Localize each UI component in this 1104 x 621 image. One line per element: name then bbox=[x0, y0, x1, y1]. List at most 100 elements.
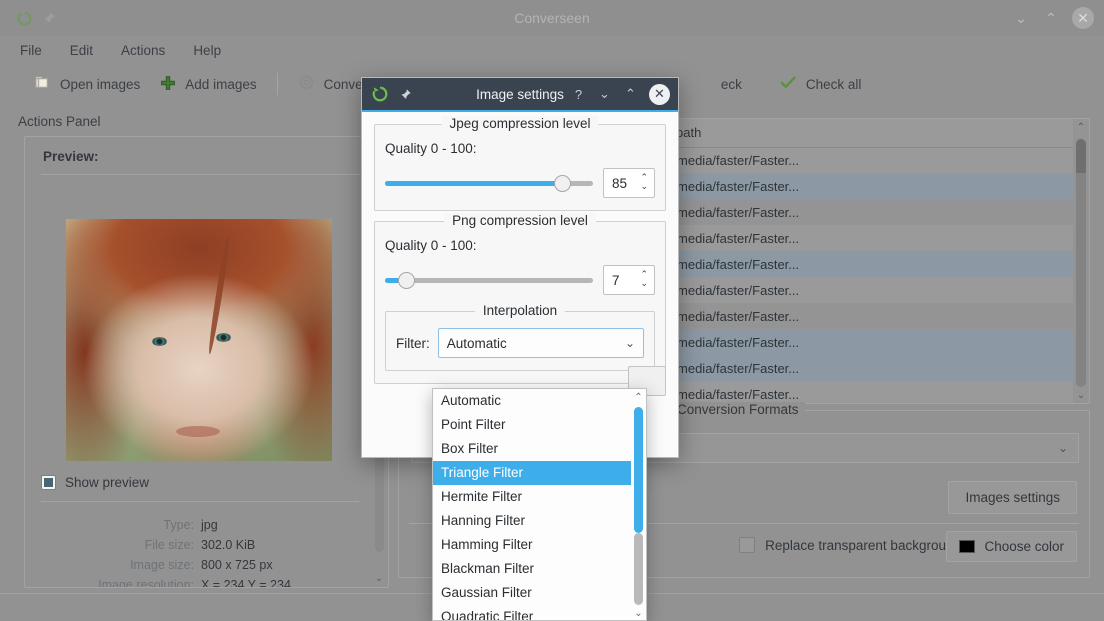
cell-path: /run/media/faster/Faster... bbox=[643, 381, 1075, 404]
scroll-down-icon[interactable]: ⌄ bbox=[372, 571, 386, 585]
menu-help[interactable]: Help bbox=[193, 43, 221, 58]
table-scrollbar-thumb[interactable] bbox=[1076, 139, 1086, 387]
open-images-button[interactable]: Open images bbox=[24, 70, 150, 98]
dropdown-option-gaussian-filter[interactable]: Gaussian Filter bbox=[433, 581, 633, 605]
check-button[interactable]: eck bbox=[711, 73, 752, 96]
slider-handle[interactable] bbox=[398, 272, 415, 289]
chevron-down-icon: ⌄ bbox=[1058, 441, 1068, 455]
cell-path: /run/media/faster/Faster... bbox=[643, 303, 1075, 329]
converseen-refresh-icon bbox=[14, 8, 34, 28]
info-row-resolution: Image resolution: X = 234 Y = 234 bbox=[41, 575, 359, 588]
interpolation-group: Interpolation Filter: Automatic ⌄ bbox=[385, 311, 655, 371]
png-quality-spinbox[interactable]: 7 ⌃⌄ bbox=[603, 265, 655, 295]
dropdown-scroll-up-icon[interactable]: ⌃ bbox=[631, 390, 646, 405]
show-preview-checkbox[interactable]: Show preview bbox=[41, 475, 149, 490]
add-images-button[interactable]: Add images bbox=[150, 71, 266, 98]
jpeg-quality-row: 85 ⌃⌄ bbox=[385, 168, 655, 198]
dropdown-option-blackman-filter[interactable]: Blackman Filter bbox=[433, 557, 633, 581]
dialog-titlebar: Image settings ? ⌄ ⌃ ✕ bbox=[362, 78, 678, 112]
info-key-imagesize: Image size: bbox=[41, 555, 201, 575]
table-scroll-up-icon[interactable]: ⌃ bbox=[1073, 119, 1089, 135]
col-header-file-path[interactable]: File path bbox=[643, 119, 1075, 147]
pin-icon[interactable] bbox=[397, 86, 413, 102]
dropdown-scrollbar-trough[interactable] bbox=[634, 533, 643, 605]
open-images-label: Open images bbox=[60, 77, 140, 92]
menu-file[interactable]: File bbox=[20, 43, 42, 58]
dropdown-option-point-filter[interactable]: Point Filter bbox=[433, 413, 633, 437]
images-settings-button[interactable]: Images settings bbox=[948, 481, 1077, 514]
check-all-label: Check all bbox=[806, 77, 862, 92]
jpeg-quality-label: Quality 0 - 100: bbox=[385, 141, 655, 156]
dropdown-option-quadratic-filter[interactable]: Quadratic Filter bbox=[433, 605, 633, 621]
conversion-formats-legend: Conversion Formats bbox=[671, 402, 805, 417]
color-swatch-icon bbox=[959, 540, 975, 553]
slider-handle[interactable] bbox=[554, 175, 571, 192]
open-folder-icon bbox=[34, 74, 51, 94]
minimize-icon[interactable]: ⌄ bbox=[597, 87, 612, 102]
files-table-scrollbar[interactable]: ⌃ ⌄ bbox=[1073, 119, 1089, 403]
image-info-table: Type: jpg File size: 302.0 KiB Image siz… bbox=[41, 515, 359, 588]
dropdown-option-hamming-filter[interactable]: Hamming Filter bbox=[433, 533, 633, 557]
help-icon[interactable]: ? bbox=[571, 87, 586, 102]
maximize-icon[interactable]: ⌃ bbox=[1042, 9, 1060, 27]
spinner-arrows-icon[interactable]: ⌃⌄ bbox=[640, 270, 648, 288]
cell-path: /run/media/faster/Faster... bbox=[643, 199, 1075, 225]
menu-edit[interactable]: Edit bbox=[70, 43, 93, 58]
dropdown-scroll-down-icon[interactable]: ⌄ bbox=[631, 606, 646, 621]
chevron-down-icon: ⌄ bbox=[625, 336, 635, 350]
info-row-type: Type: jpg bbox=[41, 515, 359, 535]
info-value-filesize: 302.0 KiB bbox=[201, 535, 359, 555]
window-controls: ⌄ ⌃ ✕ bbox=[1012, 0, 1094, 36]
cell-path: /run/media/faster/Faster... bbox=[643, 277, 1075, 303]
dropdown-scrollbar-thumb[interactable] bbox=[634, 407, 643, 533]
minimize-icon[interactable]: ⌄ bbox=[1012, 9, 1030, 27]
menu-actions[interactable]: Actions bbox=[121, 43, 165, 58]
preview-label: Preview: bbox=[25, 137, 388, 164]
dropdown-option-hanning-filter[interactable]: Hanning Filter bbox=[433, 509, 633, 533]
cell-path: /run/media/faster/Faster... bbox=[643, 225, 1075, 251]
pin-icon[interactable] bbox=[40, 9, 58, 27]
dropdown-scrollbar[interactable]: ⌃ ⌄ bbox=[631, 389, 646, 621]
filter-dropdown-popup[interactable]: Automatic Point Filter Box Filter Triang… bbox=[432, 388, 647, 621]
close-icon[interactable]: ✕ bbox=[1072, 7, 1094, 29]
png-quality-label: Quality 0 - 100: bbox=[385, 238, 655, 253]
check-all-button[interactable]: Check all bbox=[770, 70, 872, 98]
gear-icon bbox=[298, 74, 315, 94]
slider-track bbox=[385, 278, 593, 283]
window-title: Converseen bbox=[0, 10, 1104, 26]
preview-divider bbox=[41, 174, 372, 175]
replace-transparent-background-checkbox[interactable]: Replace transparent background bbox=[739, 537, 961, 553]
choose-color-button[interactable]: Choose color bbox=[946, 531, 1077, 562]
info-key-filesize: File size: bbox=[41, 535, 201, 555]
png-group-title: Png compression level bbox=[444, 213, 596, 228]
checkbox-unchecked-icon bbox=[739, 537, 755, 553]
close-icon[interactable]: ✕ bbox=[649, 84, 670, 105]
info-value-imagesize: 800 x 725 px bbox=[201, 555, 359, 575]
table-scroll-down-icon[interactable]: ⌄ bbox=[1073, 387, 1089, 403]
spinner-arrows-icon[interactable]: ⌃⌄ bbox=[640, 173, 648, 191]
filter-select[interactable]: Automatic ⌄ bbox=[438, 328, 644, 358]
info-row-filesize: File size: 302.0 KiB bbox=[41, 535, 359, 555]
info-key-resolution: Image resolution: bbox=[41, 575, 201, 588]
png-quality-row: 7 ⌃⌄ bbox=[385, 265, 655, 295]
info-value-type: jpg bbox=[201, 515, 359, 535]
dropdown-option-hermite-filter[interactable]: Hermite Filter bbox=[433, 485, 633, 509]
maximize-icon[interactable]: ⌃ bbox=[623, 87, 638, 102]
dropdown-option-triangle-filter[interactable]: Triangle Filter bbox=[433, 461, 633, 485]
jpeg-quality-slider[interactable] bbox=[385, 173, 593, 193]
cell-path: /run/media/faster/Faster... bbox=[643, 329, 1075, 355]
replace-bg-label: Replace transparent background bbox=[765, 538, 961, 553]
png-quality-slider[interactable] bbox=[385, 270, 593, 290]
info-divider bbox=[41, 501, 359, 502]
info-key-type: Type: bbox=[41, 515, 201, 535]
slider-fill bbox=[385, 181, 562, 186]
preview-lips bbox=[176, 426, 220, 437]
jpeg-group-title: Jpeg compression level bbox=[441, 116, 598, 131]
main-titlebar: Converseen ⌄ ⌃ ✕ bbox=[0, 0, 1104, 36]
dropdown-option-box-filter[interactable]: Box Filter bbox=[433, 437, 633, 461]
jpeg-quality-spinbox[interactable]: 85 ⌃⌄ bbox=[603, 168, 655, 198]
interpolation-group-title: Interpolation bbox=[475, 303, 565, 318]
info-value-resolution: X = 234 Y = 234 bbox=[201, 575, 359, 588]
cell-path: /run/media/faster/Faster... bbox=[643, 251, 1075, 277]
dropdown-option-automatic[interactable]: Automatic bbox=[433, 389, 633, 413]
